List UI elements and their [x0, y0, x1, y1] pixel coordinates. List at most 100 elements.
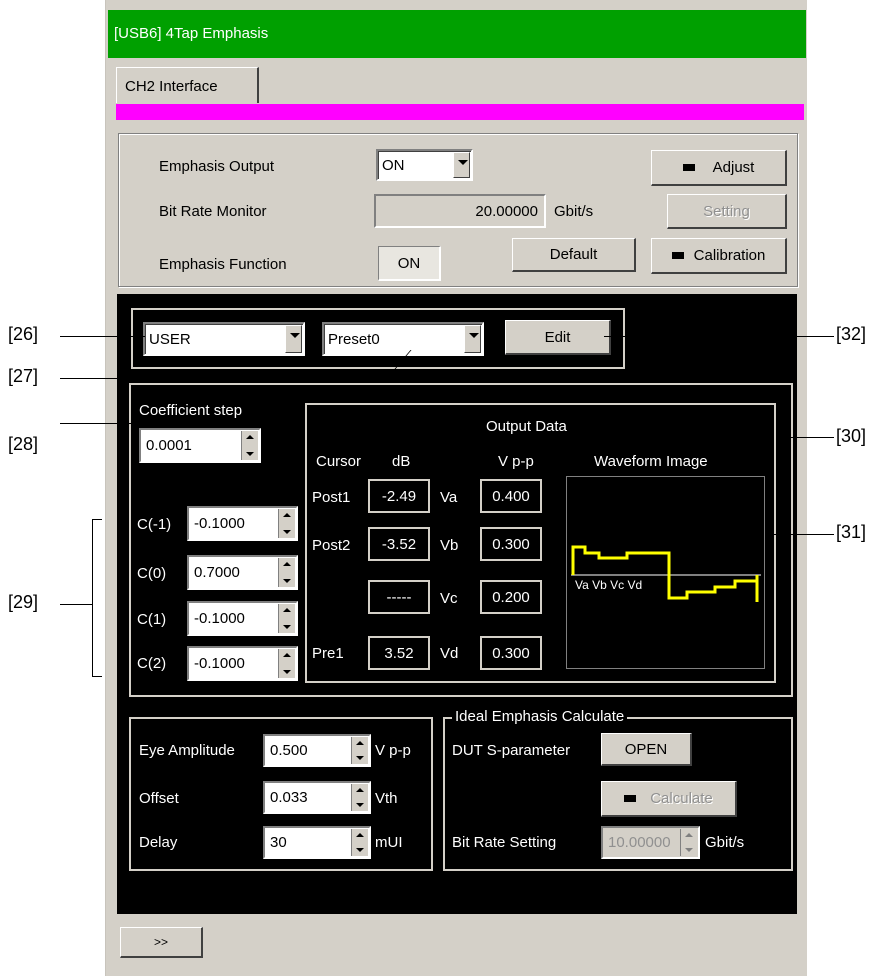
setting-button[interactable]: Setting	[667, 194, 787, 229]
open-button[interactable]: OPEN	[601, 733, 692, 766]
emphasis-output-value: ON	[382, 156, 405, 174]
status-strip	[116, 104, 804, 120]
waveform-image: Va Vb Vc Vd	[566, 476, 765, 669]
callout-line	[60, 604, 92, 605]
bit-rate-setting-unit: Gbit/s	[705, 834, 745, 851]
tab-ch2-interface[interactable]: CH2 Interface	[116, 67, 259, 103]
edit-button[interactable]: Edit	[505, 320, 611, 355]
spin-arrows-icon[interactable]	[351, 737, 368, 764]
cursor-label: Post2	[312, 537, 351, 554]
led-indicator-icon	[671, 252, 684, 259]
coeff-value: -0.1000	[194, 655, 245, 672]
coeff-input-c2[interactable]: -0.1000	[187, 646, 298, 681]
cursor-label: Post1	[312, 489, 351, 506]
coeff-input-c-1[interactable]: -0.1000	[187, 506, 298, 541]
delay-label: Delay	[139, 834, 178, 851]
coeff-input-c0[interactable]: 0.7000	[187, 555, 298, 590]
coeff-value: -0.1000	[194, 610, 245, 627]
calibration-label: Calibration	[693, 247, 766, 264]
coefficient-step-label: Coefficient step	[139, 402, 243, 419]
eye-amplitude-input[interactable]: 0.500	[263, 734, 371, 767]
expand-button[interactable]: >>	[120, 927, 203, 958]
eye-amplitude-value: 0.500	[270, 742, 308, 759]
v-label: Vc	[440, 590, 458, 607]
db-value: -2.49	[368, 479, 430, 513]
callout-26: [26]	[8, 324, 39, 344]
bit-rate-setting-value: 10.00000	[608, 834, 671, 851]
coeff-input-c1[interactable]: -0.1000	[187, 601, 298, 636]
coeff-label-c0: C(0)	[137, 565, 167, 582]
coeff-value: -0.1000	[194, 515, 245, 532]
coeff-value: 0.7000	[194, 564, 240, 581]
callout-28: [28]	[8, 434, 39, 454]
callout-line	[60, 378, 365, 379]
coefficient-step-input[interactable]: 0.0001	[139, 428, 261, 463]
window-title: [USB6] 4Tap Emphasis	[108, 10, 806, 58]
v-label: Vd	[440, 645, 459, 662]
delay-input[interactable]: 30	[263, 826, 371, 859]
callout-32: [32]	[836, 324, 867, 344]
led-indicator-icon	[682, 164, 695, 171]
calibration-button[interactable]: Calibration	[651, 238, 787, 274]
spin-arrows-icon[interactable]	[278, 604, 295, 633]
db-value: -3.52	[368, 527, 430, 561]
default-button[interactable]: Default	[512, 238, 636, 272]
emphasis-output-label: Emphasis Output	[159, 158, 275, 175]
calculate-label: Calculate	[650, 790, 713, 807]
v-label: Va	[440, 489, 458, 506]
chevron-down-icon[interactable]	[464, 325, 481, 353]
offset-input[interactable]: 0.033	[263, 781, 371, 814]
adjust-button[interactable]: Adjust	[651, 150, 787, 186]
spin-arrows-icon[interactable]	[241, 431, 258, 460]
output-data-title: Output Data	[486, 418, 567, 435]
col-db: dB	[392, 453, 411, 470]
spin-arrows-icon[interactable]	[278, 649, 295, 678]
bit-rate-setting-label: Bit Rate Setting	[452, 834, 557, 851]
callout-line	[60, 423, 146, 424]
coeff-label-c-1: C(-1)	[137, 516, 172, 533]
eye-amplitude-unit: V p-p	[375, 742, 411, 759]
chevron-down-icon[interactable]	[453, 152, 470, 178]
mode-select[interactable]: USER	[143, 322, 305, 356]
coefficient-step-value: 0.0001	[146, 437, 192, 454]
vpp-value: 0.200	[480, 580, 542, 614]
coeff-label-c1: C(1)	[137, 611, 167, 628]
mode-value: USER	[149, 330, 191, 348]
cursor-label: Pre1	[312, 645, 344, 662]
emphasis-function-toggle[interactable]: ON	[378, 246, 441, 281]
led-indicator-icon	[624, 795, 637, 802]
spin-arrows-icon[interactable]	[351, 829, 368, 856]
delay-unit: mUI	[375, 834, 403, 851]
callout-27: [27]	[8, 366, 39, 386]
callout-30: [30]	[836, 426, 867, 446]
v-label: Vb	[440, 537, 459, 554]
calculate-button[interactable]: Calculate	[601, 781, 737, 817]
vpp-value: 0.300	[480, 527, 542, 561]
callout-line	[604, 336, 834, 337]
delay-value: 30	[270, 834, 287, 851]
db-value: 3.52	[368, 636, 430, 670]
col-vpp: V p-p	[498, 453, 534, 470]
spin-arrows-icon[interactable]	[680, 829, 697, 856]
bit-rate-monitor-value: 20.00000	[374, 194, 546, 228]
offset-value: 0.033	[270, 789, 308, 806]
waveform-labels: Va Vb Vc Vd	[575, 578, 642, 592]
spin-arrows-icon[interactable]	[351, 784, 368, 811]
spin-arrows-icon[interactable]	[278, 509, 295, 538]
callout-29: [29]	[8, 592, 39, 612]
waveform-plot: Va Vb Vc Vd	[571, 545, 761, 602]
db-value: -----	[368, 580, 430, 614]
offset-label: Offset	[139, 790, 179, 807]
callout-line	[776, 437, 834, 438]
adjust-label: Adjust	[712, 159, 755, 176]
col-waveform: Waveform Image	[594, 453, 708, 470]
spin-arrows-icon[interactable]	[278, 558, 295, 587]
dut-sparameter-label: DUT S-parameter	[452, 742, 571, 759]
chevron-down-icon[interactable]	[285, 325, 302, 353]
bit-rate-setting-input[interactable]: 10.00000	[601, 826, 700, 859]
preset-value: Preset0	[328, 330, 380, 348]
bit-rate-unit: Gbit/s	[554, 203, 594, 220]
emphasis-function-label: Emphasis Function	[159, 256, 287, 273]
emphasis-output-select[interactable]: ON	[376, 149, 473, 181]
ideal-emphasis-title: Ideal Emphasis Calculate	[452, 708, 628, 725]
